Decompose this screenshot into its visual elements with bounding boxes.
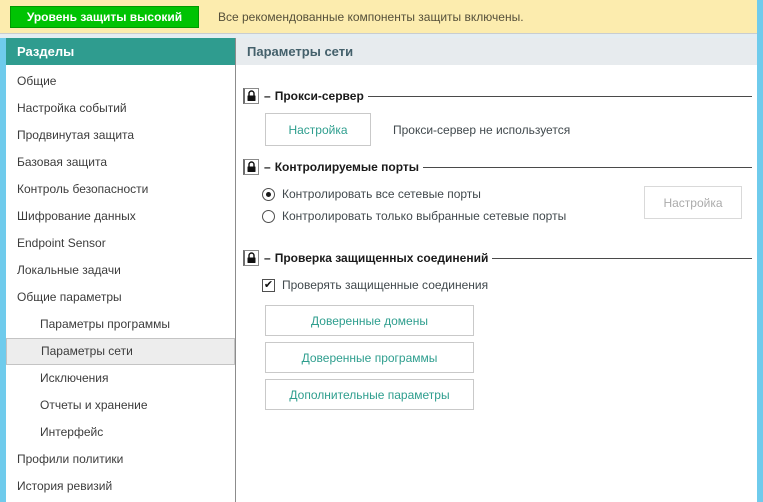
trusted-applications-button[interactable]: Доверенные программы [265,342,474,373]
sidebar-list: Общие Настройка событий Продвинутая защи… [6,68,235,500]
ports-section-header: – Контролируемые порты [243,159,754,175]
notification-bar: Уровень защиты высокий Все рекомендованн… [0,0,763,34]
protection-status-message: Все рекомендованные компоненты защиты вк… [218,10,524,24]
section-rule [492,257,752,259]
section-rule [367,95,752,97]
secure-connections-section-header: – Проверка защищенных соединений [243,250,754,266]
section-rule [423,166,752,168]
protection-level-button[interactable]: Уровень защиты высокий [10,6,199,28]
radio-button-icon[interactable] [262,187,275,201]
sidebar-item-data-encryption[interactable]: Шифрование данных [6,203,235,230]
checkbox-scan-secure-connections-label: Проверять защищенные соединения [282,278,489,292]
ports-configure-button[interactable]: Настройка [644,186,742,219]
sidebar-item-policy-profiles[interactable]: Профили политики [6,446,235,473]
sidebar-title: Разделы [6,38,235,65]
sidebar-item-basic-protection[interactable]: Базовая защита [6,149,235,176]
lock-icon[interactable] [243,88,259,104]
sidebar-item-exclusions[interactable]: Исключения [6,365,235,392]
section-dash: – [264,160,271,174]
sidebar-item-endpoint-sensor[interactable]: Endpoint Sensor [6,230,235,257]
proxy-status-text: Прокси-сервер не используется [393,122,571,137]
sections-sidebar: Разделы Общие Настройка событий Продвину… [6,38,235,502]
sidebar-item-reports-storage[interactable]: Отчеты и хранение [6,392,235,419]
lock-icon[interactable] [243,250,259,266]
proxy-section-header: – Прокси-сервер [243,88,754,104]
trusted-domains-button[interactable]: Доверенные домены [265,305,474,336]
checkmark-icon: ✔ [263,278,274,291]
lock-icon[interactable] [243,159,259,175]
checkbox-scan-secure-connections[interactable]: ✔ Проверять защищенные соединения [262,275,754,295]
sidebar-item-event-configuration[interactable]: Настройка событий [6,95,235,122]
sidebar-item-general-settings[interactable]: Общие параметры [6,284,235,311]
sidebar-item-application-settings[interactable]: Параметры программы [6,311,235,338]
section-dash: – [264,89,271,103]
radio-monitor-selected-ports-label: Контролировать только выбранные сетевые … [282,209,567,223]
proxy-row: Настройка Прокси-сервер не используется [265,113,754,146]
section-dash: – [264,251,271,265]
checkbox-icon[interactable]: ✔ [262,278,275,292]
sidebar-item-local-tasks[interactable]: Локальные задачи [6,257,235,284]
radio-button-icon[interactable] [262,209,275,223]
sidebar-item-general[interactable]: Общие [6,68,235,95]
sidebar-item-security-controls[interactable]: Контроль безопасности [6,176,235,203]
additional-settings-button[interactable]: Дополнительные параметры [265,379,474,410]
settings-content: – Прокси-сервер Настройка Прокси-сервер … [236,65,757,410]
network-settings-panel: Параметры сети – Прокси-сервер Настройка… [236,38,757,502]
ports-section-title: Контролируемые порты [274,160,420,174]
proxy-configure-button[interactable]: Настройка [265,113,371,146]
sidebar-item-interface[interactable]: Интерфейс [6,419,235,446]
page-title: Параметры сети [236,38,757,65]
right-edge-strip [757,0,763,502]
ports-body: Контролировать все сетевые порты Контрол… [262,183,754,235]
secure-connections-section-title: Проверка защищенных соединений [274,251,489,265]
sidebar-item-network-settings[interactable]: Параметры сети [6,338,235,365]
sidebar-item-advanced-protection[interactable]: Продвинутая защита [6,122,235,149]
secure-connections-body: ✔ Проверять защищенные соединения Довере… [262,275,754,410]
radio-monitor-all-ports-label: Контролировать все сетевые порты [282,187,481,201]
proxy-section-title: Прокси-сервер [274,89,364,103]
sidebar-item-revision-history[interactable]: История ревизий [6,473,235,500]
